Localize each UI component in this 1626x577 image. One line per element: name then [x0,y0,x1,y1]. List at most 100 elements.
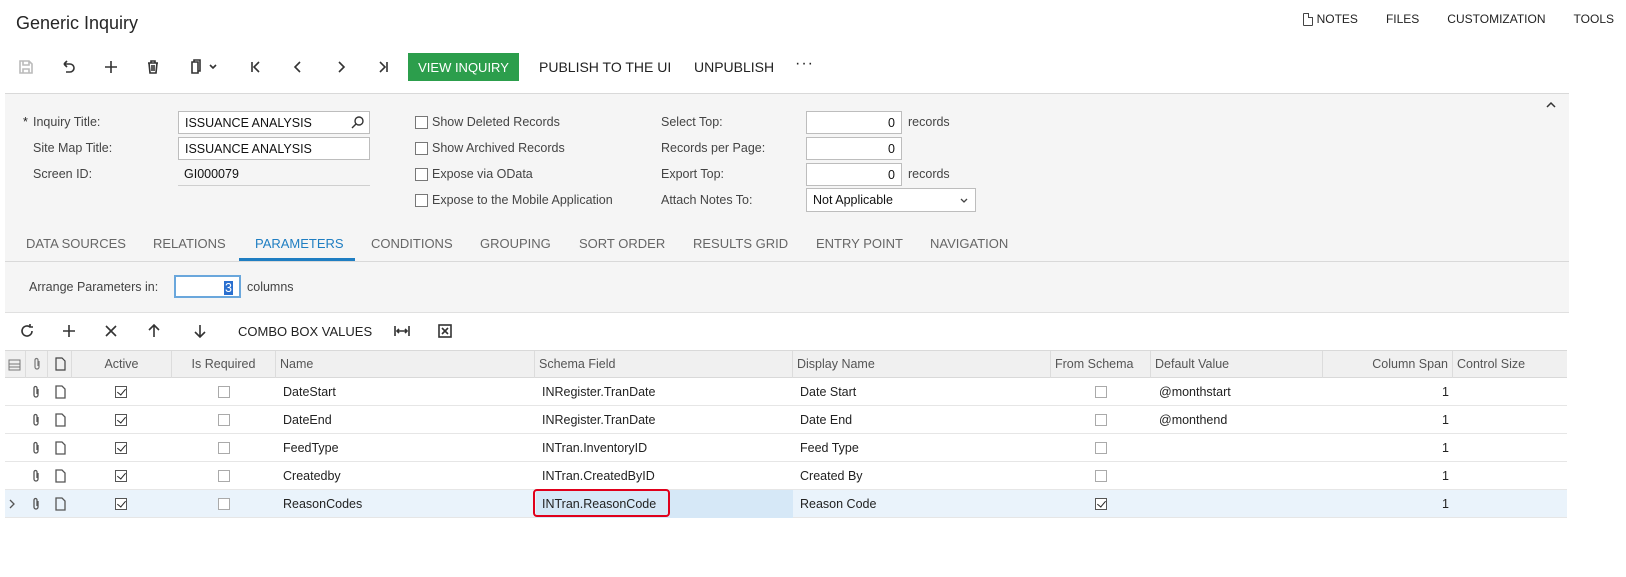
schema-field-cell[interactable]: INTran.InventoryID [542,434,647,462]
name-cell[interactable]: ReasonCodes [283,490,362,518]
tab-navigation[interactable]: NAVIGATION [930,236,1008,251]
tab-results-grid[interactable]: RESULTS GRID [693,236,788,251]
undo-icon[interactable] [56,55,80,79]
schema-field-cell[interactable]: INRegister.TranDate [542,406,655,434]
show-deleted-checkbox[interactable]: Show Deleted Records [415,115,560,129]
add-icon[interactable] [99,55,123,79]
col-column-span[interactable]: Column Span [1323,351,1453,378]
col-schema-field[interactable]: Schema Field [535,351,793,378]
active-checkbox[interactable] [115,470,127,482]
note-icon[interactable] [54,469,66,486]
col-control-size[interactable]: Control Size [1453,351,1567,378]
column-span-cell[interactable]: 1 [1323,462,1449,490]
column-span-cell[interactable]: 1 [1323,490,1449,518]
search-icon[interactable] [351,115,365,132]
display-name-cell[interactable]: Feed Type [800,434,859,462]
col-from-schema[interactable]: From Schema [1051,351,1151,378]
col-default-value[interactable]: Default Value [1151,351,1323,378]
name-cell[interactable]: DateEnd [283,406,332,434]
attachment-icon[interactable] [30,385,42,402]
name-cell[interactable]: Createdby [283,462,341,490]
table-row[interactable]: Createdby INTran.CreatedByID Created By … [5,462,1567,490]
name-cell[interactable]: DateStart [283,378,336,406]
attachment-icon[interactable] [30,497,42,514]
schema-field-cell[interactable]: INRegister.TranDate [542,378,655,406]
from-schema-checkbox[interactable] [1095,414,1107,426]
from-schema-checkbox[interactable] [1095,442,1107,454]
table-row[interactable]: DateEnd INRegister.TranDate Date End @mo… [5,406,1567,434]
first-icon[interactable] [244,55,268,79]
attachment-icon[interactable] [30,413,42,430]
note-icon[interactable] [54,413,66,430]
publish-button[interactable]: PUBLISH TO THE UI [539,59,671,75]
display-name-cell[interactable]: Created By [800,462,863,490]
unpublish-button[interactable]: UNPUBLISH [694,59,774,75]
last-icon[interactable] [371,55,395,79]
fit-columns-icon[interactable] [391,320,413,342]
add-row-icon[interactable] [58,320,80,342]
collapse-icon[interactable] [1544,98,1560,114]
active-checkbox[interactable] [115,414,127,426]
more-menu-button[interactable]: ··· [795,55,814,73]
is-required-checkbox[interactable] [218,498,230,510]
expose-odata-checkbox[interactable]: Expose via OData [415,167,533,181]
default-value-cell[interactable]: @monthend [1159,406,1227,434]
customization-link[interactable]: CUSTOMIZATION [1447,12,1545,26]
delete-icon[interactable] [141,55,165,79]
move-up-icon[interactable] [143,320,165,342]
attach-notes-select[interactable]: Not Applicable [806,188,976,212]
active-checkbox[interactable] [115,442,127,454]
view-inquiry-button[interactable]: VIEW INQUIRY [408,53,519,81]
from-schema-checkbox[interactable] [1095,470,1107,482]
previous-icon[interactable] [286,55,310,79]
refresh-icon[interactable] [16,320,38,342]
schema-field-cell[interactable]: INTran.CreatedByID [542,462,655,490]
table-row-selected[interactable]: ReasonCodes INTran.ReasonCode Reason Cod… [5,489,1567,518]
table-row[interactable]: DateStart INRegister.TranDate Date Start… [5,378,1567,406]
expose-mobile-checkbox[interactable]: Expose to the Mobile Application [415,193,613,207]
default-value-cell[interactable]: @monthstart [1159,378,1231,406]
export-top-field[interactable]: 0 [806,163,902,186]
note-icon[interactable] [54,441,66,458]
inquiry-title-field[interactable]: ISSUANCE ANALYSIS [178,111,370,134]
select-top-field[interactable]: 0 [806,111,902,134]
tools-link[interactable]: TOOLS [1574,12,1614,26]
tab-conditions[interactable]: CONDITIONS [371,236,453,251]
tab-entry-point[interactable]: ENTRY POINT [816,236,903,251]
from-schema-checkbox[interactable] [1095,498,1107,510]
files-link[interactable]: FILES [1386,12,1419,26]
note-icon[interactable] [54,385,66,402]
combo-box-values-button[interactable]: COMBO BOX VALUES [238,324,372,339]
attachment-icon[interactable] [30,441,42,458]
tab-parameters[interactable]: PARAMETERS [255,236,344,251]
delete-row-icon[interactable] [100,320,122,342]
is-required-checkbox[interactable] [218,470,230,482]
tab-data-sources[interactable]: DATA SOURCES [26,236,126,251]
col-name[interactable]: Name [276,351,535,378]
export-excel-icon[interactable] [434,320,456,342]
show-archived-checkbox[interactable]: Show Archived Records [415,141,565,155]
arrange-columns-field[interactable]: 3 [174,275,241,298]
move-down-icon[interactable] [189,320,211,342]
active-checkbox[interactable] [115,498,127,510]
display-name-cell[interactable]: Date End [800,406,852,434]
tab-sort-order[interactable]: SORT ORDER [579,236,665,251]
notes-link[interactable]: NOTES [1302,12,1358,26]
display-name-cell[interactable]: Reason Code [800,490,876,518]
tab-relations[interactable]: RELATIONS [153,236,226,251]
from-schema-checkbox[interactable] [1095,386,1107,398]
table-row[interactable]: FeedType INTran.InventoryID Feed Type 1 [5,434,1567,462]
column-span-cell[interactable]: 1 [1323,406,1449,434]
col-display-name[interactable]: Display Name [793,351,1051,378]
tab-grouping[interactable]: GROUPING [480,236,551,251]
note-icon[interactable] [54,497,66,514]
col-is-required[interactable]: Is Required [172,351,276,378]
active-checkbox[interactable] [115,386,127,398]
display-name-cell[interactable]: Date Start [800,378,856,406]
save-icon[interactable] [14,55,38,79]
row-selector-header[interactable] [5,351,26,378]
column-span-cell[interactable]: 1 [1323,434,1449,462]
col-active[interactable]: Active [72,351,172,378]
attachment-icon[interactable] [30,469,42,486]
site-map-title-field[interactable]: ISSUANCE ANALYSIS [178,137,370,160]
